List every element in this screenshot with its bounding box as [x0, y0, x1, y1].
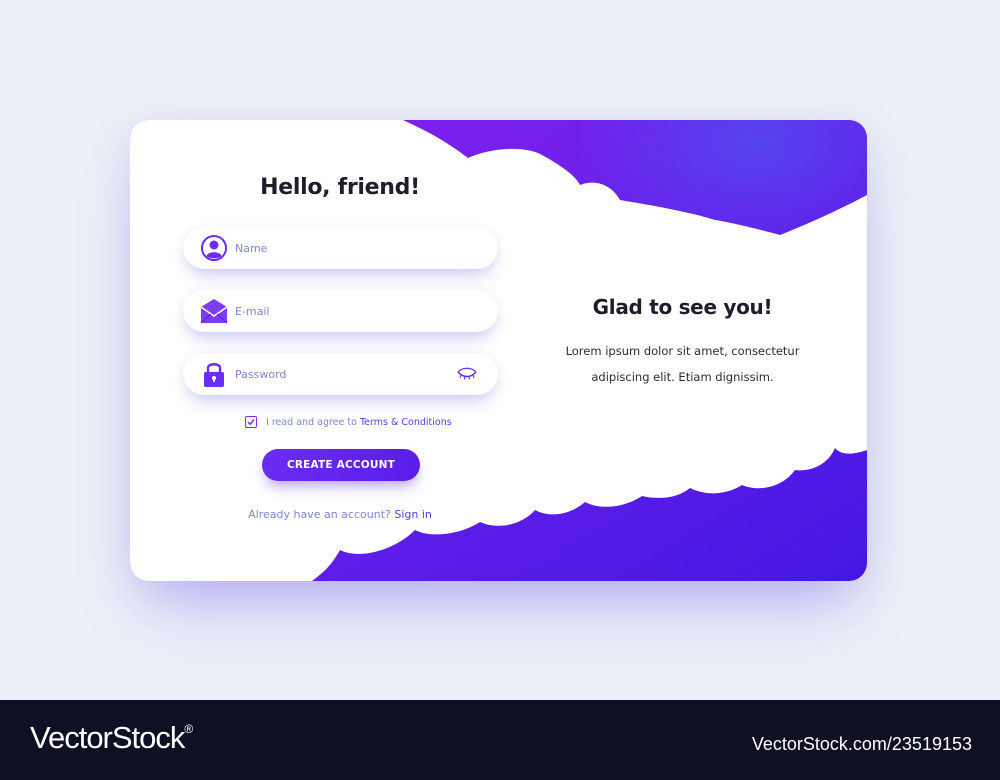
signup-card: Hello, friend! Name E-mail I read and ag…: [130, 120, 867, 581]
watermark-bar: VectorStock® VectorStock.com/23519153: [0, 700, 1000, 780]
watermark-image-id: VectorStock.com/23519153: [751, 734, 972, 754]
checkmark-icon: [247, 419, 255, 426]
eye-closed-icon[interactable]: [456, 367, 478, 381]
terms-agreement: I read and agree to Terms & Conditions: [245, 415, 452, 429]
password-field[interactable]: [183, 353, 498, 395]
welcome-title: Glad to see you!: [592, 295, 773, 319]
signin-prompt: Already have an account? Sign in: [130, 508, 550, 521]
already-text: Already have an account?: [248, 508, 395, 521]
registered-mark: ®: [184, 722, 193, 736]
terms-link[interactable]: Terms & Conditions: [360, 417, 452, 428]
form-title: Hello, friend!: [260, 175, 420, 200]
email-input[interactable]: [235, 290, 455, 332]
user-icon: [201, 235, 227, 261]
watermark-logo: VectorStock®: [30, 720, 193, 756]
email-field[interactable]: [183, 290, 498, 332]
envelope-icon: [200, 299, 228, 324]
name-field[interactable]: [183, 227, 498, 269]
name-input[interactable]: [235, 227, 455, 269]
create-account-button[interactable]: CREATE ACCOUNT: [262, 449, 420, 481]
watermark-brand: VectorStock: [30, 720, 185, 755]
welcome-text: Lorem ipsum dolor sit amet, consectetur …: [565, 344, 800, 384]
signin-link[interactable]: Sign in: [394, 508, 432, 521]
agree-text: I read and agree to: [266, 416, 360, 428]
password-input[interactable]: [235, 353, 455, 395]
terms-checkbox[interactable]: [245, 416, 257, 428]
lock-icon: [204, 363, 224, 387]
